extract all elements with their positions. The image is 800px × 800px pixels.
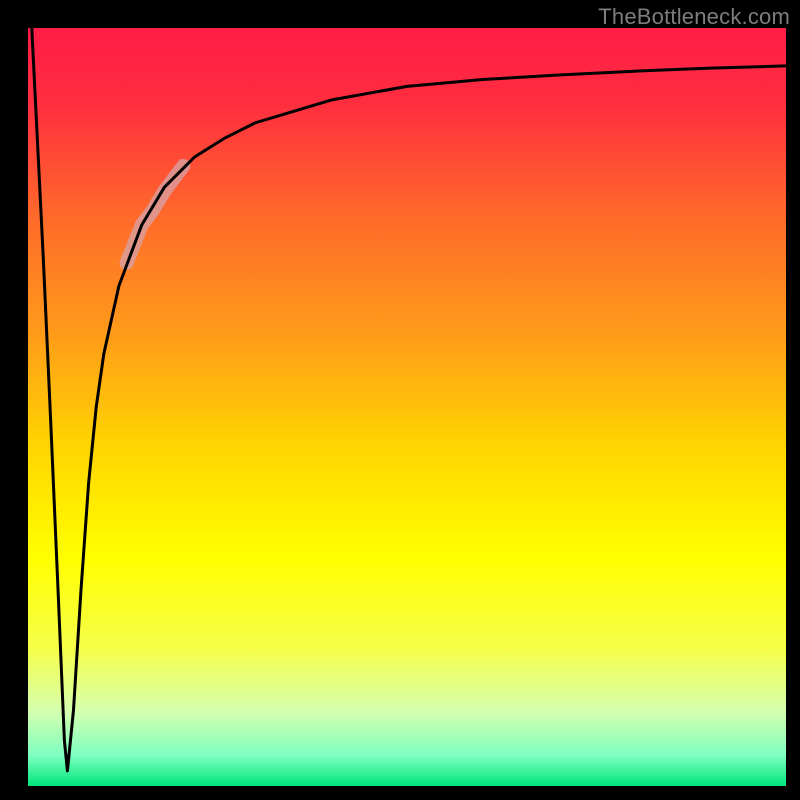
watermark-text: TheBottleneck.com (598, 4, 790, 30)
gradient-background (28, 28, 786, 786)
plot-area (28, 28, 786, 786)
chart-frame: TheBottleneck.com (0, 0, 800, 800)
chart-svg (28, 28, 786, 786)
